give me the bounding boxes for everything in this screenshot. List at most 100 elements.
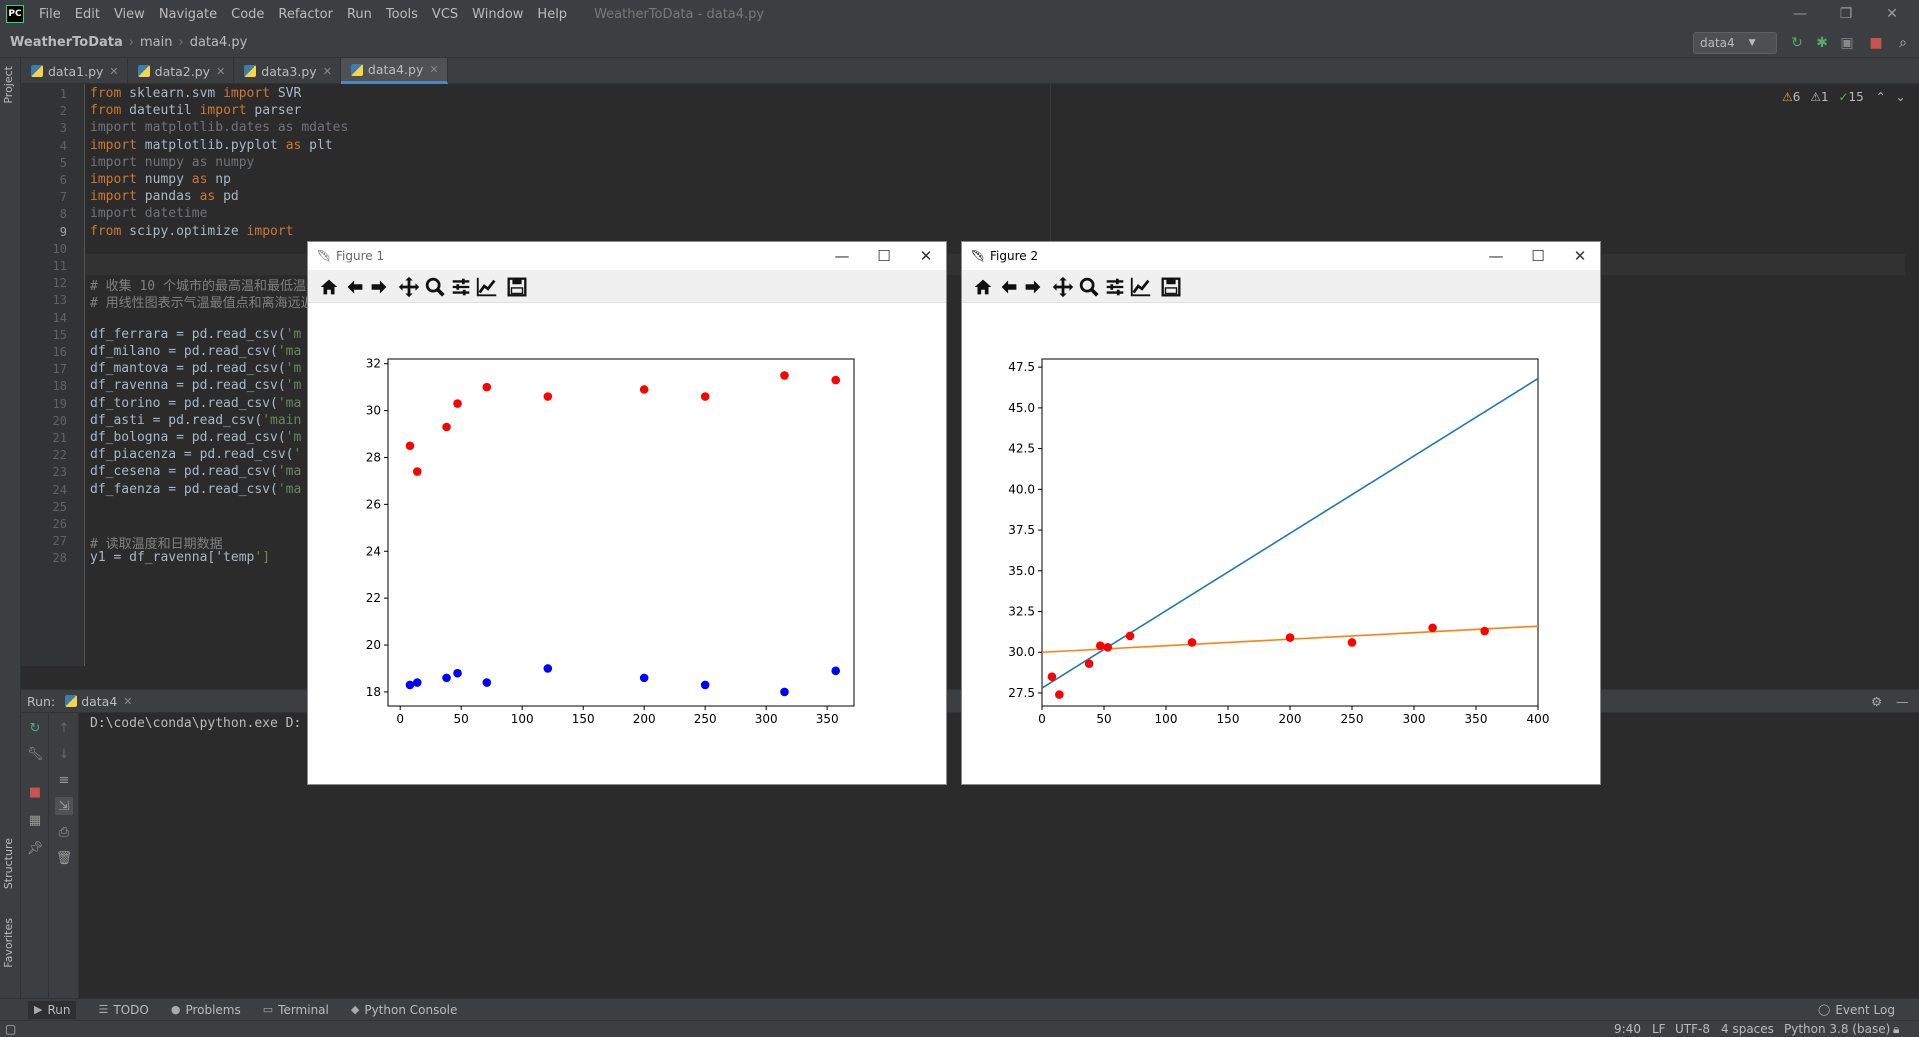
menu-run[interactable]: Run xyxy=(340,7,379,22)
menu-file[interactable]: File xyxy=(32,7,68,22)
configure-subplots-icon[interactable] xyxy=(448,274,474,300)
close-tab-icon[interactable]: ✕ xyxy=(323,65,332,78)
menu-window[interactable]: Window xyxy=(465,7,530,22)
maximize-icon[interactable]: ☐ xyxy=(1518,242,1558,270)
data-point xyxy=(700,392,710,401)
close-tab-icon[interactable]: ✕ xyxy=(109,65,118,78)
minimize-icon[interactable]: — xyxy=(1777,0,1823,28)
interpreter[interactable]: Python 3.8 (base) xyxy=(1784,1022,1890,1036)
arrow-up-icon[interactable]: ↑ xyxy=(55,719,73,737)
maximize-icon[interactable]: ☐ xyxy=(864,242,904,270)
tab-python-console[interactable]: ◆ Python Console xyxy=(351,1003,458,1017)
run-configuration-select[interactable]: data4 ▼ xyxy=(1693,32,1777,54)
zoom-icon[interactable] xyxy=(422,274,448,300)
print-icon[interactable]: ⎙ xyxy=(55,823,73,841)
edit-axis-icon[interactable] xyxy=(1128,274,1154,300)
trash-icon[interactable]: 🗑︎ xyxy=(55,849,73,867)
inspection-widget[interactable]: ⚠6 ⚠1 ✓15 ⌃ ⌄ xyxy=(1782,90,1906,104)
code-line: df_mantova = pd.read_csv('m xyxy=(90,361,302,377)
save-icon[interactable] xyxy=(504,274,530,300)
event-log-button[interactable]: ◯ Event Log xyxy=(1818,1003,1895,1017)
tab-data1[interactable]: data1.py ✕ xyxy=(21,58,128,84)
minimize-icon[interactable]: — xyxy=(822,242,862,270)
arrow-left-icon[interactable] xyxy=(342,274,368,300)
chevron-up-icon[interactable]: ⌃ xyxy=(1876,90,1886,104)
edit-axis-icon[interactable] xyxy=(474,274,500,300)
menu-navigate[interactable]: Navigate xyxy=(152,7,224,22)
zoom-icon[interactable] xyxy=(1076,274,1102,300)
menu-vcs[interactable]: VCS xyxy=(425,7,465,22)
list-icon: ☰ xyxy=(98,1003,109,1016)
tab-data2[interactable]: data2.py ✕ xyxy=(128,58,235,84)
close-tab-icon[interactable]: ✕ xyxy=(429,63,438,76)
rerun-icon[interactable]: ↻ xyxy=(1787,33,1807,53)
tab-problems[interactable]: ● Problems xyxy=(171,1003,241,1017)
figure-2-titlebar[interactable]: 🪶︎ Figure 2 — ☐ ✕ xyxy=(962,242,1600,270)
axes-frame xyxy=(387,358,855,707)
close-icon[interactable]: ✕ xyxy=(1560,242,1600,270)
figure-1-titlebar[interactable]: 🪶︎ Figure 1 — ☐ ✕ xyxy=(308,242,946,270)
save-icon[interactable] xyxy=(1158,274,1184,300)
restore-icon[interactable]: ❐ xyxy=(1823,0,1869,28)
layout-icon[interactable]: ▦ xyxy=(26,811,44,829)
favorites-tool-button[interactable]: Favorites xyxy=(2,918,15,968)
project-tool-button[interactable]: Project xyxy=(2,66,15,104)
close-icon[interactable]: ✕ xyxy=(1869,0,1915,28)
menu-help[interactable]: Help xyxy=(530,7,574,22)
gear-icon[interactable]: ⚙ xyxy=(1871,694,1882,709)
indent-setting[interactable]: 4 spaces xyxy=(1721,1022,1774,1036)
minimize-icon[interactable]: — xyxy=(1476,242,1516,270)
chevron-down-icon[interactable]: ⌄ xyxy=(1896,90,1906,104)
run-tab-data4[interactable]: data4 ✕ xyxy=(65,694,133,709)
line-separator[interactable]: LF xyxy=(1652,1022,1666,1036)
pan-icon[interactable] xyxy=(396,274,422,300)
breadcrumb-project[interactable]: WeatherToData xyxy=(10,35,123,50)
caret-position[interactable]: 9:40 xyxy=(1614,1022,1641,1036)
wrench-icon[interactable]: 🔧︎ xyxy=(26,745,44,763)
tab-data4[interactable]: data4.py ✕ xyxy=(340,58,448,84)
close-icon[interactable]: ✕ xyxy=(906,242,946,270)
tab-run[interactable]: ▶ Run xyxy=(28,1000,77,1019)
close-tab-icon[interactable]: ✕ xyxy=(216,65,225,78)
stop-icon[interactable]: ■ xyxy=(26,783,44,801)
line-number: 8 xyxy=(59,207,67,222)
line-number: 7 xyxy=(59,190,67,205)
status-bar: ▢ 9:40 LF UTF-8 4 spaces Python 3.8 (bas… xyxy=(0,1020,1919,1037)
arrow-down-icon[interactable]: ↓ xyxy=(55,745,73,763)
home-icon[interactable] xyxy=(316,274,342,300)
menu-edit[interactable]: Edit xyxy=(68,7,107,22)
pan-icon[interactable] xyxy=(1050,274,1076,300)
pin-icon[interactable]: 📌︎ xyxy=(26,839,44,857)
info-icon: ● xyxy=(170,1003,181,1016)
rerun-icon[interactable]: ↻ xyxy=(26,719,44,737)
scroll-to-end-icon[interactable]: ⇲ xyxy=(55,797,73,815)
menu-code[interactable]: Code xyxy=(224,7,271,22)
lock-icon[interactable]: 🔒︎ xyxy=(1893,1022,1899,1037)
breadcrumb-folder[interactable]: main xyxy=(140,35,172,50)
menu-tools[interactable]: Tools xyxy=(379,7,425,22)
y-tick-label: 26 xyxy=(366,497,381,511)
search-icon[interactable]: ⌕ xyxy=(1893,33,1913,53)
tab-todo[interactable]: ☰ TODO xyxy=(98,1003,148,1017)
close-tab-icon[interactable]: ✕ xyxy=(123,695,132,708)
configure-subplots-icon[interactable] xyxy=(1102,274,1128,300)
tab-data3[interactable]: data3.py ✕ xyxy=(234,58,341,84)
x-tick-label: 0 xyxy=(396,712,404,726)
arrow-right-icon[interactable] xyxy=(366,274,392,300)
tab-terminal[interactable]: ▭ Terminal xyxy=(263,1003,329,1017)
coverage-icon[interactable]: ▣ xyxy=(1837,33,1857,53)
menu-refactor[interactable]: Refactor xyxy=(271,7,340,22)
file-encoding[interactable]: UTF-8 xyxy=(1675,1022,1710,1036)
menu-view[interactable]: View xyxy=(107,7,152,22)
stop-icon[interactable]: ■ xyxy=(1866,33,1886,53)
soft-wrap-icon[interactable]: ≡ xyxy=(55,771,73,789)
layout-toggle-icon[interactable]: ▢ xyxy=(5,1022,16,1036)
arrow-right-icon[interactable] xyxy=(1020,274,1046,300)
debug-icon[interactable]: ✱ xyxy=(1812,33,1832,53)
code-line: df_cesena = pd.read_csv('ma xyxy=(90,464,302,480)
structure-tool-button[interactable]: Structure xyxy=(2,838,15,889)
home-icon[interactable] xyxy=(970,274,996,300)
hide-icon[interactable]: — xyxy=(1896,694,1909,709)
arrow-left-icon[interactable] xyxy=(996,274,1022,300)
breadcrumb-file[interactable]: data4.py xyxy=(190,35,248,50)
